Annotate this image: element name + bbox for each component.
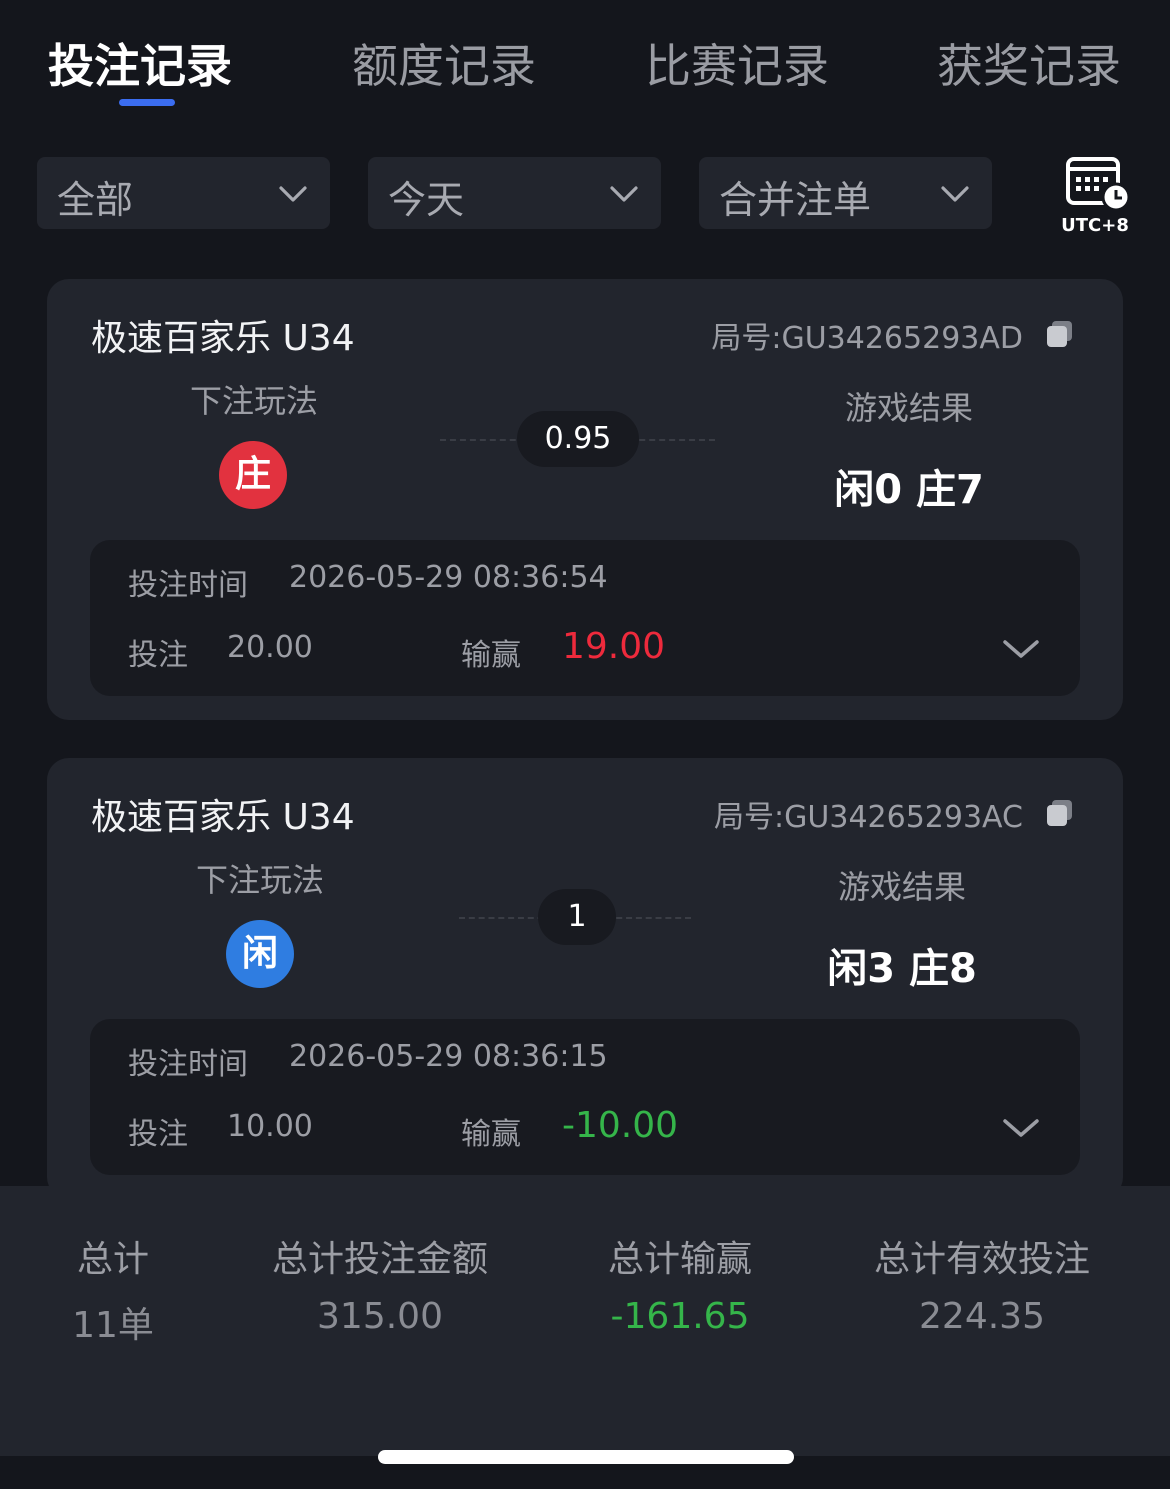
tab-bar: 投注记录 额度记录 比赛记录 获奖记录 — [0, 0, 1170, 110]
total-profit-loss-value: -161.65 — [610, 1296, 750, 1337]
timezone-label: UTC+8 — [1061, 215, 1129, 236]
active-tab-indicator — [119, 99, 175, 106]
bet-type-label: 下注玩法 — [189, 382, 318, 420]
profit-loss-label: 输赢 — [461, 638, 521, 673]
round-number: 局号:GU34265293AD — [711, 321, 1023, 356]
stake-value: 20.00 — [227, 630, 313, 665]
chevron-down-icon[interactable] — [1002, 634, 1040, 664]
calendar-clock-icon — [1066, 157, 1131, 212]
tab-credit-records[interactable]: 额度记录 — [352, 30, 536, 96]
chevron-down-icon — [279, 186, 307, 202]
bet-detail-panel[interactable]: 投注时间 2026-05-29 08:36:54 投注 20.00 输赢 19.… — [90, 540, 1080, 696]
banker-badge: 庄 — [219, 441, 287, 509]
total-profit-loss-label: 总计输赢 — [607, 1239, 752, 1280]
bet-time-label: 投注时间 — [128, 1047, 248, 1082]
result-label: 游戏结果 — [837, 868, 966, 906]
stake-label: 投注 — [128, 1117, 188, 1152]
copy-icon[interactable] — [1045, 319, 1075, 349]
total-stake-value: 315.00 — [317, 1296, 443, 1337]
total-stake-label: 总计投注金额 — [271, 1239, 488, 1280]
scope-filter-dropdown[interactable]: 全部 — [37, 157, 330, 229]
profit-loss-value: 19.00 — [562, 626, 666, 667]
timezone-button[interactable]: UTC+8 — [1060, 155, 1131, 240]
bet-type-label: 下注玩法 — [195, 861, 324, 899]
round-number: 局号:GU34265293AC — [714, 800, 1023, 835]
profit-loss-value: -10.00 — [562, 1105, 679, 1146]
scope-filter-label: 全部 — [57, 178, 134, 222]
total-count-label: 总计 — [76, 1239, 149, 1280]
chevron-down-icon — [941, 186, 969, 202]
chevron-down-icon[interactable] — [1002, 1113, 1040, 1143]
bet-time-label: 投注时间 — [128, 568, 248, 603]
stake-label: 投注 — [128, 638, 188, 673]
mode-filter-label: 合并注单 — [719, 178, 872, 222]
tab-match-records[interactable]: 比赛记录 — [645, 30, 829, 96]
date-filter-dropdown[interactable]: 今天 — [368, 157, 661, 229]
game-result: 闲0 庄7 — [834, 467, 984, 513]
result-label: 游戏结果 — [844, 389, 973, 427]
tab-bet-records[interactable]: 投注记录 — [48, 30, 232, 96]
total-valid-bet-label: 总计有效投注 — [873, 1239, 1090, 1280]
tab-prize-records[interactable]: 获奖记录 — [937, 30, 1121, 96]
bet-record-card: 极速百家乐 U34 局号:GU34265293AC 下注玩法 闲 1 游戏结果 … — [47, 758, 1123, 1199]
odds-value: 1 — [538, 889, 616, 945]
date-filter-label: 今天 — [388, 178, 465, 222]
home-indicator[interactable] — [378, 1450, 794, 1464]
chevron-down-icon — [610, 186, 638, 202]
mode-filter-dropdown[interactable]: 合并注单 — [699, 157, 992, 229]
bet-time-value: 2026-05-29 08:36:54 — [289, 560, 608, 595]
summary-bar: 总计 11单 总计投注金额 315.00 总计输赢 -161.65 总计有效投注… — [0, 1186, 1170, 1456]
bet-time-value: 2026-05-29 08:36:15 — [289, 1039, 608, 1074]
game-title: 极速百家乐 U34 — [91, 797, 355, 838]
total-valid-bet-value: 224.35 — [919, 1296, 1045, 1337]
game-result: 闲3 庄8 — [827, 946, 977, 992]
profit-loss-label: 输赢 — [461, 1117, 521, 1152]
bet-record-card: 极速百家乐 U34 局号:GU34265293AD 下注玩法 庄 0.95 游戏… — [47, 279, 1123, 720]
stake-value: 10.00 — [227, 1109, 313, 1144]
total-count-value: 11单 — [72, 1305, 154, 1346]
bet-detail-panel[interactable]: 投注时间 2026-05-29 08:36:15 投注 10.00 输赢 -10… — [90, 1019, 1080, 1175]
game-title: 极速百家乐 U34 — [91, 318, 355, 359]
player-badge: 闲 — [226, 920, 294, 988]
copy-icon[interactable] — [1045, 798, 1075, 828]
odds-value: 0.95 — [517, 411, 639, 467]
